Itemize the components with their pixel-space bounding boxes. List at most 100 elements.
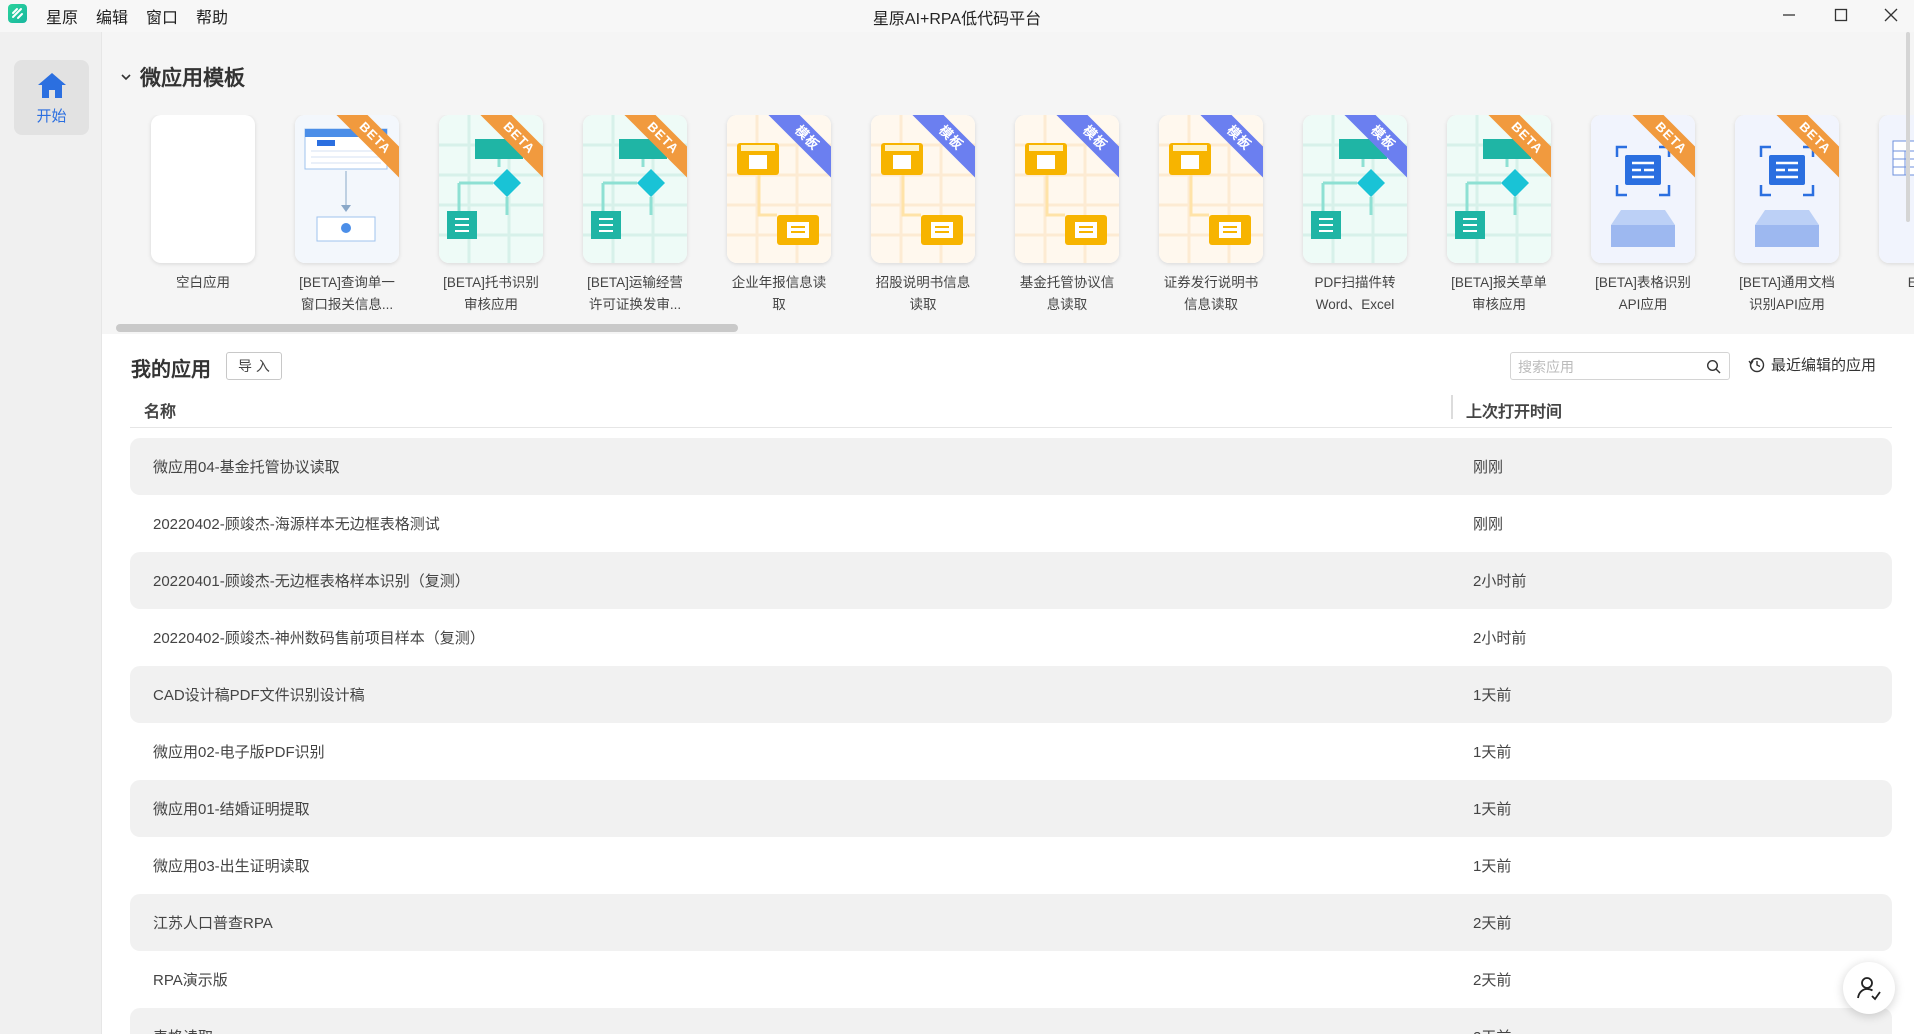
search-input[interactable] [1518, 356, 1698, 378]
maximize-icon [1834, 8, 1848, 22]
template-thumbnail[interactable]: BETA [1447, 115, 1551, 263]
home-icon [37, 73, 66, 98]
template-thumbnail[interactable]: BETA [1591, 115, 1695, 263]
template-card[interactable]: BETA [BETA]通用文档 识别API应用 [1714, 115, 1846, 315]
app-last-opened: 2小时前 [1473, 630, 1527, 647]
template-thumbnail[interactable]: BETA [295, 115, 399, 263]
app-last-opened: 1天前 [1473, 858, 1512, 875]
template-thumbnail[interactable]: 模板 [1159, 115, 1263, 263]
template-name: 空白应用 [176, 275, 230, 290]
app-last-opened: 2小时前 [1473, 573, 1527, 590]
app-logo-icon [8, 4, 27, 23]
menu-help[interactable]: 帮助 [194, 3, 230, 29]
app-name: 江苏人口普查RPA [153, 915, 273, 932]
template-name: 证券发行说明书 信息读取 [1163, 275, 1259, 312]
app-name: 20220402-顾竣杰-海源样本无边框表格测试 [153, 516, 440, 533]
template-card[interactable]: 模板招股说明书信息 读取 [850, 115, 982, 315]
search-icon[interactable] [1706, 359, 1721, 374]
app-name: 微应用03-出生证明读取 [153, 858, 310, 875]
app-list: 微应用04-基金托管协议读取 刚刚 20220402-顾竣杰-海源样本无边框表格测试… [130, 438, 1892, 1034]
my-apps-title: 我的应用 [131, 359, 211, 381]
vertical-scrollbar[interactable] [1906, 32, 1910, 222]
app-last-opened: 2天前 [1473, 915, 1512, 932]
close-button[interactable] [1868, 0, 1914, 30]
template-card[interactable]: 模板 PDF扫描件转 Word、Excel [1282, 115, 1414, 315]
header-divider [130, 427, 1892, 428]
history-icon [1748, 357, 1765, 373]
main-content: 微应用模板 空白应用 BETA [BETA]查询单一 窗口报关信息... BETA [B… [102, 32, 1914, 1034]
template-thumbnail[interactable]: 模板 [871, 115, 975, 263]
template-section-title: 微应用模板 [140, 67, 245, 90]
maximize-button[interactable] [1818, 0, 1864, 30]
template-thumbnail[interactable]: 模板 [727, 115, 831, 263]
column-header-name[interactable]: 名称 [144, 398, 176, 422]
template-section: 微应用模板 空白应用 BETA [BETA]查询单一 窗口报关信息... BETA [B… [102, 32, 1914, 334]
table-row[interactable]: CAD设计稿PDF文件识别设计稿 1天前 [130, 666, 1892, 723]
app-last-opened: 1天前 [1473, 801, 1512, 818]
template-card[interactable]: BETA [BETA]运输经营 许可证换发审... [562, 115, 694, 315]
table-row[interactable]: 微应用04-基金托管协议读取 刚刚 [130, 438, 1892, 495]
app-name: 微应用04-基金托管协议读取 [153, 459, 340, 476]
template-thumbnail[interactable]: 模板 [1303, 115, 1407, 263]
app-last-opened: 刚刚 [1473, 459, 1504, 476]
user-icon [1857, 977, 1881, 1001]
menu-xingyuan[interactable]: 星原 [44, 3, 80, 29]
table-row[interactable]: 20220402-顾竣杰-海源样本无边框表格测试 刚刚 [130, 495, 1892, 552]
close-icon [1884, 8, 1898, 22]
app-last-opened: 1天前 [1473, 687, 1512, 704]
app-name: 微应用01-结婚证明提取 [153, 801, 310, 818]
template-name: 企业年报信息读 取 [731, 275, 827, 312]
recent-edited-label: 最近编辑的应用 [1771, 357, 1877, 374]
menu-edit[interactable]: 编辑 [94, 3, 130, 29]
template-name: 基金托管协议信 息读取 [1019, 275, 1115, 312]
sidebar: 开始 [0, 32, 102, 1034]
template-card[interactable]: BETA [BETA]报关草单 审核应用 [1426, 115, 1558, 315]
template-thumbnail[interactable]: BETA [439, 115, 543, 263]
table-row[interactable]: RPA演示版 2天前 [130, 951, 1892, 1008]
template-card[interactable]: 空白应用 [130, 115, 262, 315]
template-section-header[interactable]: 微应用模板 [120, 62, 245, 92]
app-name: 微应用02-电子版PDF识别 [153, 744, 325, 761]
horizontal-scrollbar[interactable] [116, 324, 738, 332]
menu-bar: 星原 编辑 窗口 帮助 [44, 3, 230, 29]
minimize-icon [1783, 14, 1795, 16]
template-card[interactable]: 模板证券发行说明书 信息读取 [1138, 115, 1270, 315]
template-card[interactable]: BETA [BETA]表格识别 API应用 [1570, 115, 1702, 315]
template-thumbnail[interactable] [151, 115, 255, 263]
menu-window[interactable]: 窗口 [144, 3, 180, 29]
template-name: 招股说明书信息 读取 [875, 275, 971, 312]
table-row[interactable]: 微应用02-电子版PDF识别 1天前 [130, 723, 1892, 780]
app-name: CAD设计稿PDF文件识别设计稿 [153, 687, 365, 704]
sidebar-item-start[interactable]: 开始 [14, 60, 89, 135]
table-row[interactable]: 江苏人口普查RPA 2天前 [130, 894, 1892, 951]
table-row[interactable]: 20220402-顾竣杰-神州数码售前项目样本（复测） 2小时前 [130, 609, 1892, 666]
table-row[interactable]: 20220401-顾竣杰-无边框表格样本识别（复测） 2小时前 [130, 552, 1892, 609]
column-divider[interactable] [1451, 395, 1453, 419]
sidebar-item-label: 开始 [36, 108, 67, 125]
template-card[interactable]: BETA [BETA]托书识别 审核应用 [418, 115, 550, 315]
template-thumbnail[interactable]: BETA [1735, 115, 1839, 263]
app-last-opened: 2天前 [1473, 972, 1512, 989]
template-thumbnail[interactable]: 模板 [1015, 115, 1119, 263]
app-last-opened: 刚刚 [1473, 516, 1504, 533]
user-support-button[interactable] [1843, 962, 1895, 1014]
search-box [1510, 352, 1730, 380]
recent-edited-sort[interactable]: 最近编辑的应用 [1748, 354, 1876, 375]
minimize-button[interactable] [1766, 0, 1812, 30]
template-name: [BETA]托书识别 审核应用 [443, 275, 539, 312]
app-name: 20220402-顾竣杰-神州数码售前项目样本（复测） [153, 630, 485, 647]
template-name: PDF扫描件转 Word、Excel [1314, 275, 1396, 312]
app-last-opened: 2天前 [1473, 1026, 1511, 1034]
app-name: RPA演示版 [153, 972, 228, 989]
template-card[interactable]: 模板企业年报信息读 取 [706, 115, 838, 315]
app-name: 20220401-顾竣杰-无边框表格样本识别（复测） [153, 573, 470, 590]
template-card[interactable]: BETA [BETA]查询单一 窗口报关信息... [274, 115, 406, 315]
template-card[interactable]: 模板基金托管协议信 息读取 [994, 115, 1126, 315]
table-row[interactable]: 微应用03-出生证明读取 1天前 [130, 837, 1892, 894]
import-button[interactable]: 导 入 [226, 352, 282, 380]
template-thumbnail[interactable]: BETA [583, 115, 687, 263]
table-row[interactable]: 微应用01-结婚证明提取 1天前 [130, 780, 1892, 837]
app-last-opened: 1天前 [1473, 744, 1512, 761]
column-header-last-opened[interactable]: 上次打开时间 [1466, 398, 1562, 422]
table-row[interactable]: 表格读取 2天前 [130, 1008, 1892, 1034]
